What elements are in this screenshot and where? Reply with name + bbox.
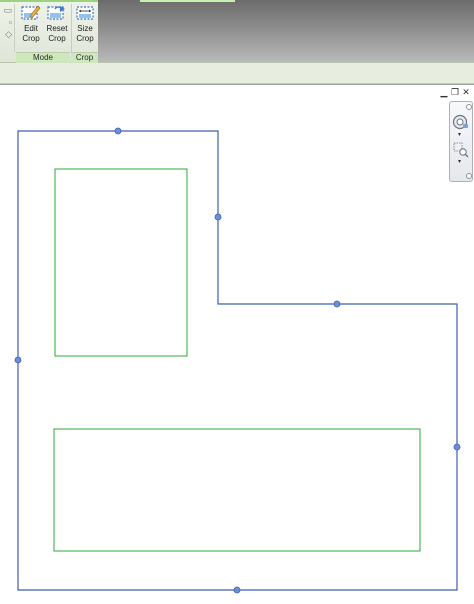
ribbon-empty-area bbox=[98, 0, 474, 62]
plan-drawing bbox=[14, 127, 461, 594]
edit-crop-button[interactable]: Edit Crop bbox=[18, 4, 44, 50]
size-crop-label-line2: Crop bbox=[76, 34, 94, 43]
stub-glyph-3: ◇ bbox=[5, 29, 12, 39]
stub-glyph-1: ▭ bbox=[3, 5, 12, 15]
ribbon-group-mode: Mode bbox=[16, 52, 70, 63]
edit-crop-label-line2: Crop bbox=[22, 34, 40, 43]
ribbon: ▭ ▫ ◇ Edit Crop Reset Crop Size Crop Mod… bbox=[0, 0, 474, 63]
crop-grip-right[interactable] bbox=[453, 443, 461, 451]
room-region-upper bbox=[54, 168, 188, 357]
options-bar bbox=[0, 63, 474, 84]
reset-crop-icon bbox=[47, 4, 67, 22]
crop-grip-notch-horizontal[interactable] bbox=[333, 300, 341, 308]
revit-app: ▭ ▫ ◇ Edit Crop Reset Crop Size Crop Mod… bbox=[0, 0, 474, 604]
ribbon-group-crop: Crop bbox=[71, 52, 98, 63]
crop-grip-left[interactable] bbox=[14, 356, 22, 364]
ribbon-tab-highlight bbox=[140, 0, 235, 2]
crop-grip-bottom[interactable] bbox=[233, 586, 241, 594]
reset-crop-label-line2: Crop bbox=[48, 34, 66, 43]
crop-region-boundary[interactable] bbox=[17, 130, 458, 591]
crop-grip-top[interactable] bbox=[114, 127, 122, 135]
size-crop-icon bbox=[75, 4, 95, 22]
edit-crop-label-line1: Edit bbox=[24, 24, 38, 33]
ribbon-previous-panel-stub: ▭ ▫ ◇ bbox=[0, 4, 15, 52]
reset-crop-label-line1: Reset bbox=[46, 24, 68, 33]
size-crop-button[interactable]: Size Crop bbox=[72, 4, 98, 50]
stub-glyph-2: ▫ bbox=[8, 17, 12, 27]
reset-crop-button[interactable]: Reset Crop bbox=[44, 4, 70, 50]
room-region-lower bbox=[53, 428, 421, 552]
crop-grip-notch-vertical[interactable] bbox=[214, 213, 222, 221]
size-crop-label-line1: Size bbox=[77, 24, 93, 33]
drawing-view[interactable]: ▁ ❐ ✕ ▾ ▾ bbox=[0, 84, 474, 604]
edit-crop-icon bbox=[21, 4, 41, 22]
